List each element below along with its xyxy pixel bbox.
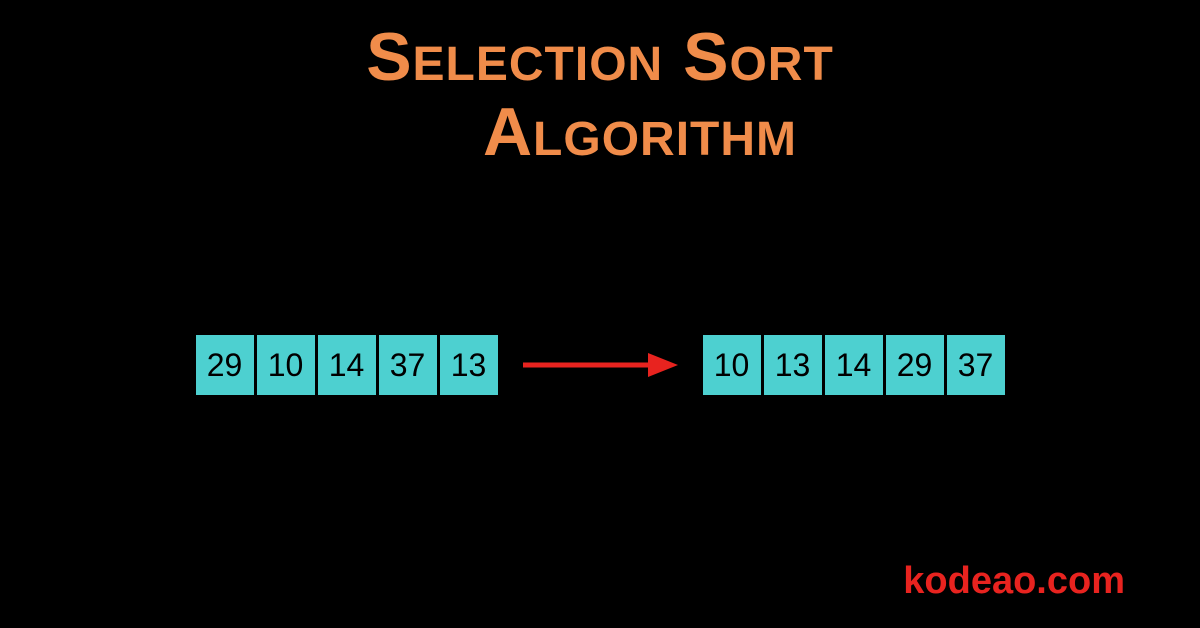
array-cell: 10 xyxy=(257,335,315,395)
array-cell: 37 xyxy=(947,335,1005,395)
arrow-container xyxy=(523,345,678,385)
array-cell: 14 xyxy=(825,335,883,395)
sorted-array: 10 13 14 29 37 xyxy=(703,335,1005,395)
array-cell: 14 xyxy=(318,335,376,395)
array-cell: 29 xyxy=(196,335,254,395)
title-line-2: Algorithm xyxy=(0,95,1200,170)
array-cell: 10 xyxy=(703,335,761,395)
arrays-container: 29 10 14 37 13 10 13 14 29 37 xyxy=(0,335,1200,395)
arrow-right-icon xyxy=(523,350,678,380)
array-cell: 37 xyxy=(379,335,437,395)
title-line-1: Selection Sort xyxy=(0,20,1200,95)
unsorted-array: 29 10 14 37 13 xyxy=(196,335,498,395)
footer-branding: kodeao.com xyxy=(903,560,1125,603)
array-cell: 13 xyxy=(440,335,498,395)
page-title: Selection Sort Algorithm xyxy=(0,20,1200,170)
array-cell: 13 xyxy=(764,335,822,395)
array-cell: 29 xyxy=(886,335,944,395)
